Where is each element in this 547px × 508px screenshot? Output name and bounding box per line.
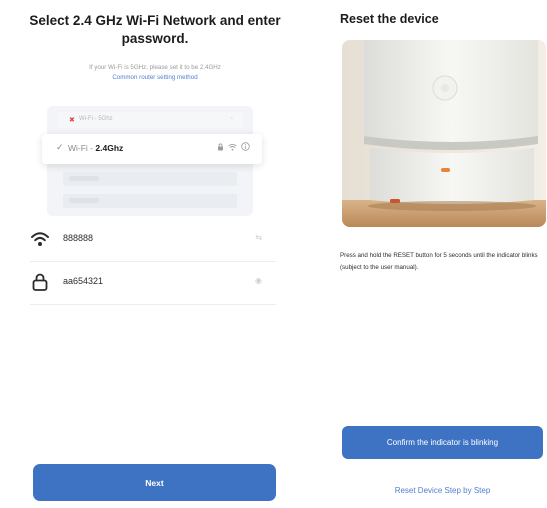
ssid-value[interactable]: 888888 bbox=[63, 233, 93, 243]
wifi-band-hint: If your Wi-Fi is 5GHz, please set it to … bbox=[89, 64, 221, 71]
eye-icon[interactable]: ◉ bbox=[255, 276, 262, 285]
reset-instructions: Press and hold the RESET button for 5 se… bbox=[340, 252, 538, 271]
network-24g-label: Wi-Fi - 2.4Ghz bbox=[68, 143, 123, 153]
network-24g-prefix: Wi-Fi - bbox=[68, 143, 96, 153]
wifi-setup-screen: Select 2.4 GHz Wi-Fi Network and enter p… bbox=[0, 0, 305, 508]
network-5g-row: ✖ Wi-Fi - 5Ghz ◦ bbox=[57, 112, 243, 128]
wifi-icon bbox=[31, 232, 49, 246]
reset-device-screen: Reset the device Press and hold the RESE… bbox=[330, 0, 547, 508]
wifi-page-title: Select 2.4 GHz Wi-Fi Network and enter p… bbox=[29, 13, 281, 46]
ssid-field[interactable]: 888888 ⇆ bbox=[30, 220, 276, 262]
info-icon bbox=[241, 142, 250, 152]
check-icon: ✓ bbox=[56, 142, 64, 152]
network-24g-band: 2.4Ghz bbox=[95, 143, 124, 153]
network-status-icons bbox=[217, 142, 250, 152]
network-24g-card: ✓ Wi-Fi - 2.4Ghz bbox=[42, 134, 262, 164]
switch-network-icon[interactable]: ⇆ bbox=[255, 233, 262, 242]
reset-step-by-step-link[interactable]: Reset Device Step by Step bbox=[342, 486, 543, 495]
router-setting-link[interactable]: Common router setting method bbox=[20, 73, 290, 82]
lock-icon bbox=[32, 273, 48, 291]
placeholder-network-row bbox=[63, 194, 237, 208]
lock-small-icon bbox=[217, 143, 223, 151]
wifi-list-illustration: ✖ Wi-Fi - 5Ghz ◦ ✓ Wi-Fi - 2.4Ghz bbox=[42, 106, 262, 216]
placeholder-network-row bbox=[63, 172, 237, 186]
password-value[interactable]: aa654321 bbox=[63, 276, 103, 286]
next-button[interactable]: Next bbox=[33, 464, 276, 501]
device-photo bbox=[342, 40, 546, 227]
device-illustration bbox=[342, 40, 546, 227]
reset-page-title: Reset the device bbox=[340, 12, 439, 26]
lock-small-icon: ◦ bbox=[230, 115, 233, 122]
warning-dot-icon: ✖ bbox=[69, 117, 75, 124]
network-5g-label: Wi-Fi - 5Ghz bbox=[79, 116, 113, 122]
password-field[interactable]: aa654321 ◉ bbox=[30, 263, 276, 305]
confirm-blinking-button[interactable]: Confirm the indicator is blinking bbox=[342, 426, 543, 459]
wifi-small-icon bbox=[228, 143, 237, 151]
